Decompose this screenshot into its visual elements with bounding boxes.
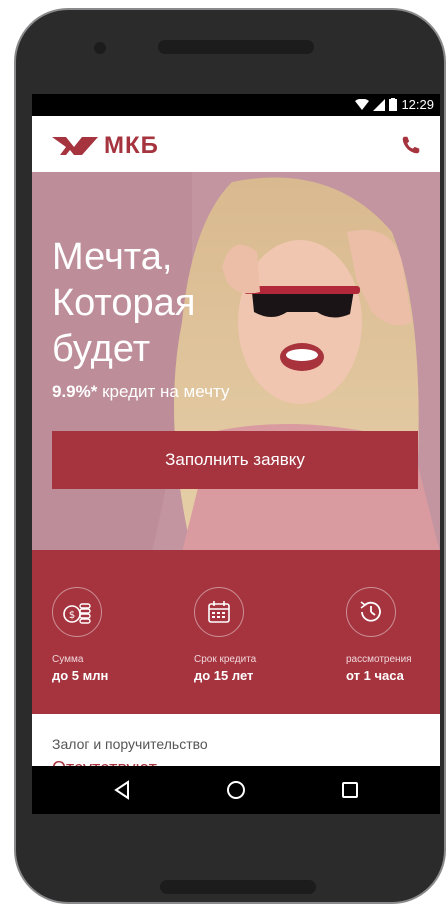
recents-icon[interactable]: [338, 778, 362, 802]
screen: 12:29 МКБ Мечта, Которая будет 9.9%* кре…: [32, 94, 440, 814]
hero-title: Мечта, Которая будет: [52, 234, 312, 372]
feature-label: Сумма: [52, 654, 84, 665]
feature-label: Срок кредита: [194, 654, 257, 665]
signal-icon: [373, 98, 386, 111]
loan-features: $ Сумма до 5 млн Срок кредита до 15 лет …: [32, 550, 440, 714]
feature-amount: $ Сумма до 5 млн: [32, 550, 162, 714]
bottom-speaker: [160, 880, 316, 894]
hero-title-line: Мечта,: [52, 236, 173, 278]
calendar-icon: [194, 587, 244, 637]
home-icon[interactable]: [224, 778, 248, 802]
collateral-section: Залог и поручительство Отсутствуют: [32, 714, 440, 778]
clock: 12:29: [401, 97, 434, 112]
phone-call-icon[interactable]: [400, 134, 422, 156]
feature-value: от 1 часа: [346, 668, 404, 683]
feature-review: рассмотрения от 1 часа: [332, 550, 440, 714]
logo[interactable]: МКБ: [52, 132, 159, 160]
feature-value: до 5 млн: [52, 668, 109, 683]
earpiece-speaker: [158, 40, 314, 54]
hero-title-line: будет: [52, 328, 151, 370]
feature-label: рассмотрения: [346, 654, 412, 665]
battery-icon: [389, 98, 398, 111]
apply-button[interactable]: Заполнить заявку: [52, 431, 418, 489]
hero-subtitle-text: кредит на мечту: [97, 382, 230, 401]
hero-subtitle: 9.9%* кредит на мечту: [52, 382, 229, 402]
wifi-icon: [355, 98, 370, 110]
hero-rate: 9.9%*: [52, 382, 98, 401]
hero-banner: Мечта, Которая будет 9.9%* кредит на меч…: [32, 172, 440, 552]
collateral-label: Залог и поручительство: [52, 736, 208, 752]
hero-title-line: Которая: [52, 282, 196, 324]
coins-icon: $: [52, 587, 102, 637]
front-camera: [94, 42, 106, 54]
feature-term: Срок кредита до 15 лет: [174, 550, 304, 714]
svg-text:$: $: [69, 610, 75, 621]
back-icon[interactable]: [110, 778, 134, 802]
feature-value: до 15 лет: [194, 668, 254, 683]
status-bar: 12:29: [32, 94, 440, 116]
logo-text: МКБ: [104, 132, 159, 159]
clock-history-icon: [346, 587, 396, 637]
app-header: МКБ: [32, 116, 440, 172]
android-nav-bar: [32, 766, 440, 814]
mkb-logo-icon: [52, 137, 98, 155]
